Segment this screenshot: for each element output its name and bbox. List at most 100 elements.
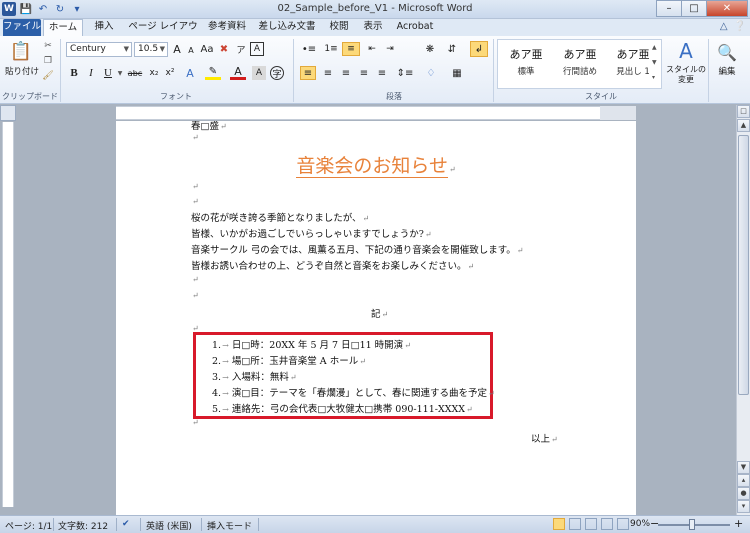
tab-review[interactable]: 校閲 [326, 19, 352, 36]
text-effects-icon[interactable]: A [182, 66, 198, 80]
paragraph-mark: ↵ [219, 122, 227, 131]
style-normal[interactable]: あア亜 標準 [500, 46, 552, 77]
ruler-view-icon[interactable]: □ [737, 105, 750, 118]
proofing-icon[interactable]: ✔ [122, 519, 130, 529]
paste-button[interactable]: 貼り付け [4, 65, 40, 77]
maximize-button[interactable]: □ [681, 0, 707, 17]
vertical-ruler[interactable] [2, 122, 14, 507]
paragraph-mark: ↵ [404, 341, 411, 350]
show-hide-marks-icon[interactable]: ↲ [470, 41, 488, 57]
style-no-spacing[interactable]: あア亜 行間詰め [554, 46, 606, 77]
scroll-down-button[interactable]: ▼ [737, 461, 750, 474]
align-right-icon[interactable]: ≡ [338, 66, 354, 80]
language-status[interactable]: 英語 (米国) [146, 519, 192, 532]
font-size-combo[interactable]: 10.5 ▼ [134, 42, 168, 57]
tab-view[interactable]: 表示 [360, 19, 386, 36]
body-text: 桜の花が咲き誇る季節となりましたが、 [191, 213, 362, 224]
numbering-icon[interactable]: 1≡ [322, 42, 340, 56]
style-sample: あア亜 [509, 48, 543, 61]
tab-references[interactable]: 参考資料 [205, 19, 249, 36]
next-page-icon[interactable]: ▾ [737, 500, 750, 513]
line-spacing-icon[interactable]: ⇕≡ [396, 66, 414, 80]
clear-format-icon[interactable]: ✖ [217, 42, 231, 56]
editing-button[interactable]: 編集 [712, 65, 742, 77]
full-screen-reading-icon[interactable] [569, 518, 581, 530]
underline-button[interactable]: U [102, 66, 114, 80]
subscript-button[interactable]: x₂ [147, 66, 161, 80]
multilevel-list-icon[interactable]: ≡ [342, 42, 360, 56]
align-center-icon[interactable]: ≡ [320, 66, 336, 80]
separator [201, 518, 202, 531]
select-browse-object-icon[interactable]: ● [737, 487, 750, 500]
zoom-in-button[interactable]: + [734, 517, 743, 530]
web-layout-icon[interactable] [585, 518, 597, 530]
asian-layout-icon[interactable]: ❋ [422, 42, 438, 56]
font-color-icon[interactable]: A [230, 65, 246, 80]
editing-icon[interactable]: 🔍 [712, 41, 742, 63]
list-number: 4. [212, 388, 222, 399]
decrease-indent-icon[interactable]: ⇤ [364, 42, 380, 56]
tab-file[interactable]: ファイル [3, 19, 41, 36]
paste-icon[interactable]: 📋 [6, 39, 36, 63]
format-painter-icon[interactable]: 🖌 [42, 70, 54, 82]
body-line-3: 音楽サークル 弓の会では、風薫る五月、下記の通り音楽会を開催致します。↵ [191, 242, 524, 256]
tab-mailings[interactable]: 差し込み文書 [254, 19, 320, 36]
phonetic-guide-icon[interactable]: ア [234, 42, 248, 56]
outline-view-icon[interactable] [601, 518, 613, 530]
change-styles-icon[interactable]: A [672, 39, 700, 63]
sort-icon[interactable]: ⇵ [444, 42, 460, 56]
page-count[interactable]: ページ: 1/1 [5, 519, 52, 532]
character-border-icon[interactable]: A [250, 42, 264, 56]
previous-page-icon[interactable]: ▴ [737, 474, 750, 487]
help-icon[interactable]: ❔ [734, 21, 746, 32]
horizontal-ruler[interactable] [116, 106, 636, 120]
list-item: 1.→ 日□時：20XX 年 5 月 7 日□11 時開演↵ [212, 337, 411, 351]
body-text: 皆様お誘い合わせの上、どうぞ自然と音楽をお楽しみください。 [191, 261, 467, 272]
minimize-button[interactable]: – [656, 0, 682, 17]
justify-icon[interactable]: ≡ [356, 66, 372, 80]
shading-icon[interactable]: ♢ [422, 66, 440, 80]
document-page[interactable]: 春□盛↵ ↵ 音楽会のお知らせ↵ ↵ ↵ 桜の花が咲き誇る季節となりましたが、↵… [116, 121, 636, 515]
change-case-icon[interactable]: Aa [200, 42, 214, 56]
distributed-icon[interactable]: ≡ [374, 66, 390, 80]
bullets-icon[interactable]: •≡ [300, 42, 318, 56]
zoom-level[interactable]: 90% [630, 519, 650, 529]
minimize-ribbon-icon[interactable]: △ [720, 21, 728, 32]
enclose-character-icon[interactable]: 字 [270, 66, 284, 80]
vertical-scrollbar[interactable]: □ ▲ ▼ ▴ ● ▾ [736, 105, 750, 515]
increase-indent-icon[interactable]: ⇥ [382, 42, 398, 56]
align-left-icon[interactable]: ≡ [300, 66, 316, 80]
ruler-toggle[interactable] [0, 105, 16, 121]
chevron-down-icon[interactable]: ▼ [116, 66, 124, 80]
borders-icon[interactable]: ▦ [448, 66, 466, 80]
copy-icon[interactable]: ❐ [42, 55, 54, 67]
strikethrough-button[interactable]: abc [126, 66, 144, 80]
tab-acrobat[interactable]: Acrobat [392, 19, 438, 36]
group-label-paragraph: 段落 [386, 92, 402, 101]
tab-page-layout[interactable]: ページ レイアウト [126, 19, 200, 48]
word-count[interactable]: 文字数: 212 [58, 519, 108, 532]
grow-font-button[interactable]: A [171, 42, 183, 56]
tab-insert[interactable]: 挿入 [88, 19, 120, 36]
character-shading-icon[interactable]: A [252, 66, 266, 80]
print-layout-view-icon[interactable] [553, 518, 565, 530]
draft-view-icon[interactable] [617, 518, 629, 530]
scroll-up-button[interactable]: ▲ [737, 119, 750, 132]
highlight-icon[interactable]: ✎ [205, 66, 221, 80]
document-area[interactable]: 春□盛↵ ↵ 音楽会のお知らせ↵ ↵ ↵ 桜の花が咲き誇る季節となりましたが、↵… [16, 121, 734, 515]
italic-button[interactable]: I [85, 66, 97, 80]
bold-button[interactable]: B [68, 66, 80, 80]
font-name-combo[interactable]: Century ▼ [66, 42, 132, 57]
shrink-font-button[interactable]: A [185, 44, 197, 56]
list-number: 5. [212, 404, 222, 415]
tab-home[interactable]: ホーム [43, 19, 83, 37]
scroll-thumb[interactable] [738, 135, 749, 395]
close-button[interactable]: ✕ [706, 0, 748, 17]
zoom-slider-knob[interactable] [689, 519, 695, 530]
insert-mode-status[interactable]: 挿入モード [207, 519, 252, 532]
change-styles-button[interactable]: スタイルの 変更 [664, 64, 708, 86]
gallery-scroll-icon[interactable]: ▲ ▼ ▾ [652, 40, 660, 85]
cut-icon[interactable]: ✂ [42, 40, 54, 52]
superscript-button[interactable]: x² [163, 66, 177, 80]
paragraph-mark: ↵ [192, 275, 199, 284]
